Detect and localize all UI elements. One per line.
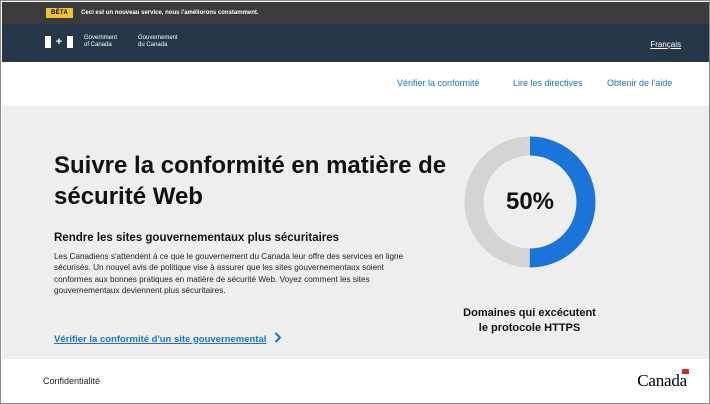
nav-read-directives[interactable]: Lire les directives: [513, 78, 583, 88]
beta-banner: BÊTA Ceci est un nouveau service, nous l…: [2, 2, 709, 24]
check-site-link[interactable]: Vérifier la conformité d'un site gouvern…: [54, 332, 282, 346]
browser-page: BÊTA Ceci est un nouveau service, nous l…: [0, 0, 710, 404]
signature-french[interactable]: Gouvernement du Canada: [138, 35, 178, 49]
language-toggle-link[interactable]: Français: [650, 40, 681, 49]
signature-en-line-2: of Canada: [84, 42, 112, 48]
hero-subtitle: Rendre les sites gouvernementaux plus sé…: [54, 232, 340, 244]
wordmark-flag-icon: [682, 369, 689, 374]
donut-caption: Domaines qui excécutent le protocole HTT…: [457, 306, 602, 336]
hero-section: Suivre la conformité en matière de sécur…: [2, 106, 709, 359]
signature-en-line-1: Government: [84, 35, 118, 41]
government-header: + Government of Canada Gouvernement du C…: [2, 24, 709, 62]
signature-fr-line-1: Gouvernement: [138, 35, 178, 41]
main-nav: Vérifier la conformité Lire les directiv…: [2, 62, 709, 106]
nav-get-help[interactable]: Obtenir de l'aide: [607, 78, 672, 88]
canada-wordmark: Canada: [637, 369, 689, 391]
check-site-label: Vérifier la conformité d'un site gouvern…: [54, 333, 267, 345]
canada-flag-icon: +: [45, 36, 73, 48]
https-percent: 50%: [505, 188, 555, 215]
donut-caption-line-1: Domaines qui excécutent: [463, 307, 596, 319]
signature-fr-line-2: du Canada: [138, 42, 168, 48]
beta-message: Ceci est un nouveau service, nous l'amél…: [81, 10, 259, 16]
chevron-right-icon: [274, 332, 282, 346]
privacy-link[interactable]: Confidentialité: [43, 376, 100, 386]
donut-caption-line-2: le protocole HTTPS: [478, 322, 581, 334]
signature-english[interactable]: Government of Canada: [84, 35, 117, 49]
hero-body: Les Canadiens s'attendent à ce que le go…: [54, 252, 404, 296]
page-title: Suivre la conformité en matière de sécur…: [54, 152, 447, 210]
beta-badge: BÊTA: [46, 8, 74, 18]
https-progress-donut: 50%: [464, 136, 596, 268]
nav-verify-compliance[interactable]: Vérifier la conformité: [397, 78, 480, 88]
wordmark-text: Canada: [637, 371, 687, 390]
page-footer: Confidentialité Canada: [2, 359, 709, 403]
